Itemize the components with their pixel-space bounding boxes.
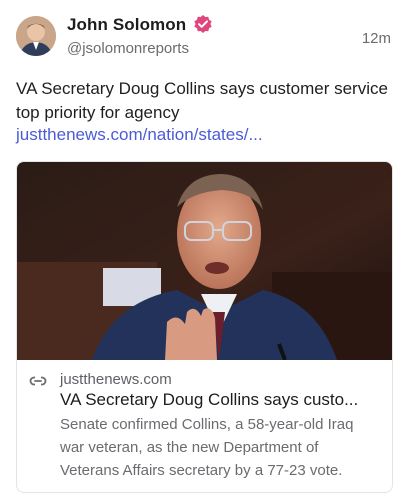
card-domain: justthenews.com <box>60 371 172 388</box>
post-text: VA Secretary Doug Collins says customer … <box>16 79 388 122</box>
author-name[interactable]: John Solomon <box>67 15 186 35</box>
author-handle[interactable]: @jsolomonreports <box>67 40 189 57</box>
verified-badge-icon <box>194 15 212 33</box>
social-post: John Solomon @jsolomonreports 12m VA Sec… <box>0 0 409 500</box>
author-avatar[interactable] <box>16 16 56 56</box>
card-title[interactable]: VA Secretary Doug Collins says custo... <box>60 390 382 410</box>
post-link[interactable]: justthenews.com/nation/states/... <box>16 123 263 147</box>
post-timestamp[interactable]: 12m <box>362 30 391 47</box>
link-preview-card[interactable]: justthenews.com VA Secretary Doug Collin… <box>16 161 393 493</box>
preview-image <box>17 162 392 360</box>
link-icon <box>29 376 47 386</box>
card-description: Senate confirmed Collins, a 58-year-old … <box>60 416 354 479</box>
